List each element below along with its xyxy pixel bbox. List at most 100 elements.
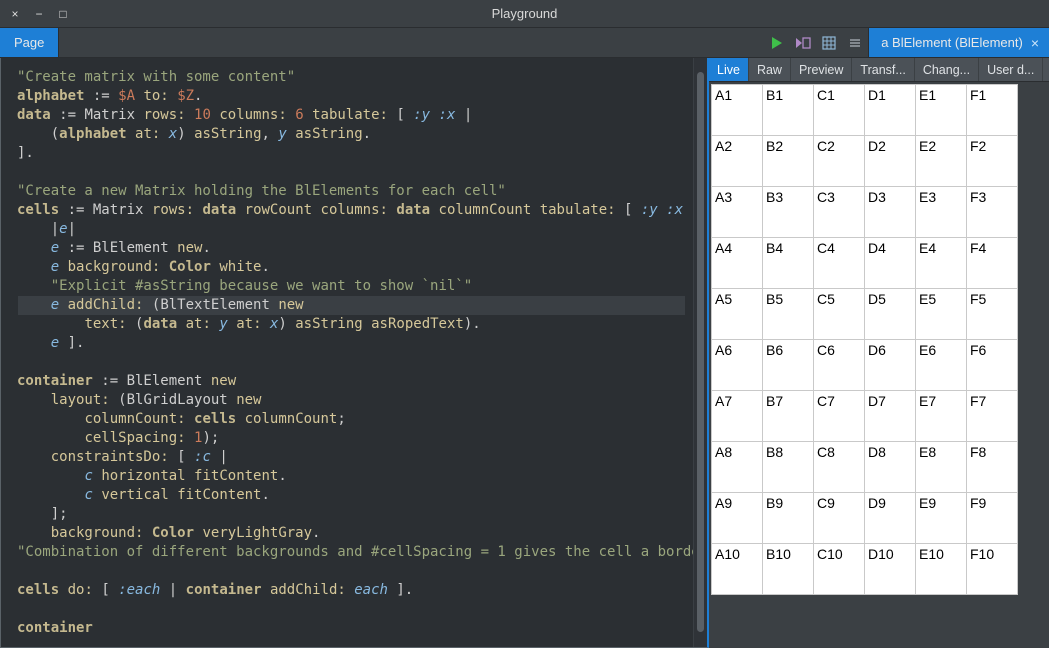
grid-cell[interactable]: D9 [865,493,915,543]
grid-cell[interactable]: B1 [763,85,813,135]
grid-cell[interactable]: F5 [967,289,1017,339]
code-line: alphabet := $A to: $Z. [17,87,685,106]
inspector-tab-events[interactable]: Events [1043,58,1049,81]
menu-icon[interactable] [846,34,864,52]
grid-cell[interactable]: A1 [712,85,762,135]
grid-cell[interactable]: E2 [916,136,966,186]
grid-cell[interactable]: D4 [865,238,915,288]
close-icon[interactable]: × [8,7,22,21]
grid-cell[interactable]: C6 [814,340,864,390]
grid-cell[interactable]: C10 [814,544,864,594]
grid-cell[interactable]: D1 [865,85,915,135]
table-icon[interactable] [820,34,838,52]
code-line: cells do: [ :each | container addChild: … [17,581,685,600]
grid-cell[interactable]: F4 [967,238,1017,288]
grid-cell[interactable]: D8 [865,442,915,492]
grid-cell[interactable]: C9 [814,493,864,543]
scrollbar-vertical[interactable] [693,58,707,647]
grid-cell[interactable]: E6 [916,340,966,390]
inspector-pane: LiveRawPreviewTransf...Chang...User d...… [709,58,1049,648]
tab-page-label: Page [14,35,44,50]
grid-cell[interactable]: B8 [763,442,813,492]
code-line: background: Color veryLightGray. [17,524,685,543]
code-line: data := Matrix rows: 10 columns: 6 tabul… [17,106,685,125]
grid-cell[interactable]: D3 [865,187,915,237]
code-line [17,562,685,581]
inspector-body[interactable]: A1B1C1D1E1F1 A2B2C2D2E2F2 A3B3C3D3E3F3 A4B4… [709,82,1049,648]
grid-cell[interactable]: C5 [814,289,864,339]
grid-cell[interactable]: A3 [712,187,762,237]
grid-cell[interactable]: C3 [814,187,864,237]
grid-cell[interactable]: B7 [763,391,813,441]
window-title: Playground [492,6,558,21]
grid-cell[interactable]: C4 [814,238,864,288]
grid-cell[interactable]: B3 [763,187,813,237]
grid-cell[interactable]: C8 [814,442,864,492]
close-icon[interactable]: × [1031,36,1039,50]
grid-cell[interactable]: F3 [967,187,1017,237]
grid-cell[interactable]: B6 [763,340,813,390]
grid-cell[interactable]: F7 [967,391,1017,441]
inspector-tab-chang[interactable]: Chang... [915,58,979,81]
code-line: c horizontal fitContent. [17,467,685,486]
code-line: cells := Matrix rows: data rowCount colu… [17,201,685,220]
grid-cell[interactable]: A7 [712,391,762,441]
code-line [17,600,685,619]
window-controls: × − □ [0,7,70,21]
grid-cell[interactable]: D5 [865,289,915,339]
code-line: layout: (BlGridLayout new [17,391,685,410]
grid-cell[interactable]: E8 [916,442,966,492]
grid-cell[interactable]: D2 [865,136,915,186]
code-editor[interactable]: "Create matrix with some content"alphabe… [9,58,693,647]
code-content: "Create matrix with some content"alphabe… [17,68,685,638]
grid-cell[interactable]: C1 [814,85,864,135]
grid-cell[interactable]: F6 [967,340,1017,390]
grid-cell[interactable]: C7 [814,391,864,441]
grid-cell[interactable]: B9 [763,493,813,543]
grid-cell[interactable]: F2 [967,136,1017,186]
code-line: "Explicit #asString because we want to s… [17,277,685,296]
grid-cell[interactable]: D10 [865,544,915,594]
minimize-icon[interactable]: − [32,7,46,21]
grid-cell[interactable]: A9 [712,493,762,543]
grid-cell[interactable]: E7 [916,391,966,441]
grid-cell[interactable]: D6 [865,340,915,390]
grid-cell[interactable]: F10 [967,544,1017,594]
grid-cell[interactable]: B10 [763,544,813,594]
grid-cell[interactable]: B5 [763,289,813,339]
maximize-icon[interactable]: □ [56,7,70,21]
tab-page[interactable]: Page [0,28,59,57]
grid-cell[interactable]: E1 [916,85,966,135]
code-line: "Create matrix with some content" [17,68,685,87]
grid-cell[interactable]: A8 [712,442,762,492]
grid-cell[interactable]: A5 [712,289,762,339]
grid-cell[interactable]: B4 [763,238,813,288]
grid-cell[interactable]: A10 [712,544,762,594]
inspector-tab-live[interactable]: Live [709,58,749,81]
grid-cell[interactable]: E3 [916,187,966,237]
grid-cell[interactable]: E5 [916,289,966,339]
grid-cell[interactable]: F1 [967,85,1017,135]
inspector-tab-transf[interactable]: Transf... [852,58,914,81]
scrollbar-thumb[interactable] [697,72,704,632]
tab-inspector[interactable]: a BlElement (BlElement) × [868,28,1049,57]
play-icon[interactable] [768,34,786,52]
main: "Create matrix with some content"alphabe… [0,58,1049,648]
grid-cell[interactable]: E10 [916,544,966,594]
grid-cell[interactable]: F8 [967,442,1017,492]
grid-cell[interactable]: A4 [712,238,762,288]
inspector-tab-raw[interactable]: Raw [749,58,791,81]
code-line: cellSpacing: 1); [17,429,685,448]
inspector-tab-userd[interactable]: User d... [979,58,1043,81]
grid-cell[interactable]: B2 [763,136,813,186]
grid-cell[interactable]: D7 [865,391,915,441]
code-line: ]. [17,144,685,163]
play-inspect-icon[interactable] [794,34,812,52]
grid-cell[interactable]: E9 [916,493,966,543]
grid-cell[interactable]: A6 [712,340,762,390]
inspector-tab-preview[interactable]: Preview [791,58,852,81]
grid-cell[interactable]: E4 [916,238,966,288]
grid-cell[interactable]: A2 [712,136,762,186]
grid-cell[interactable]: F9 [967,493,1017,543]
grid-cell[interactable]: C2 [814,136,864,186]
